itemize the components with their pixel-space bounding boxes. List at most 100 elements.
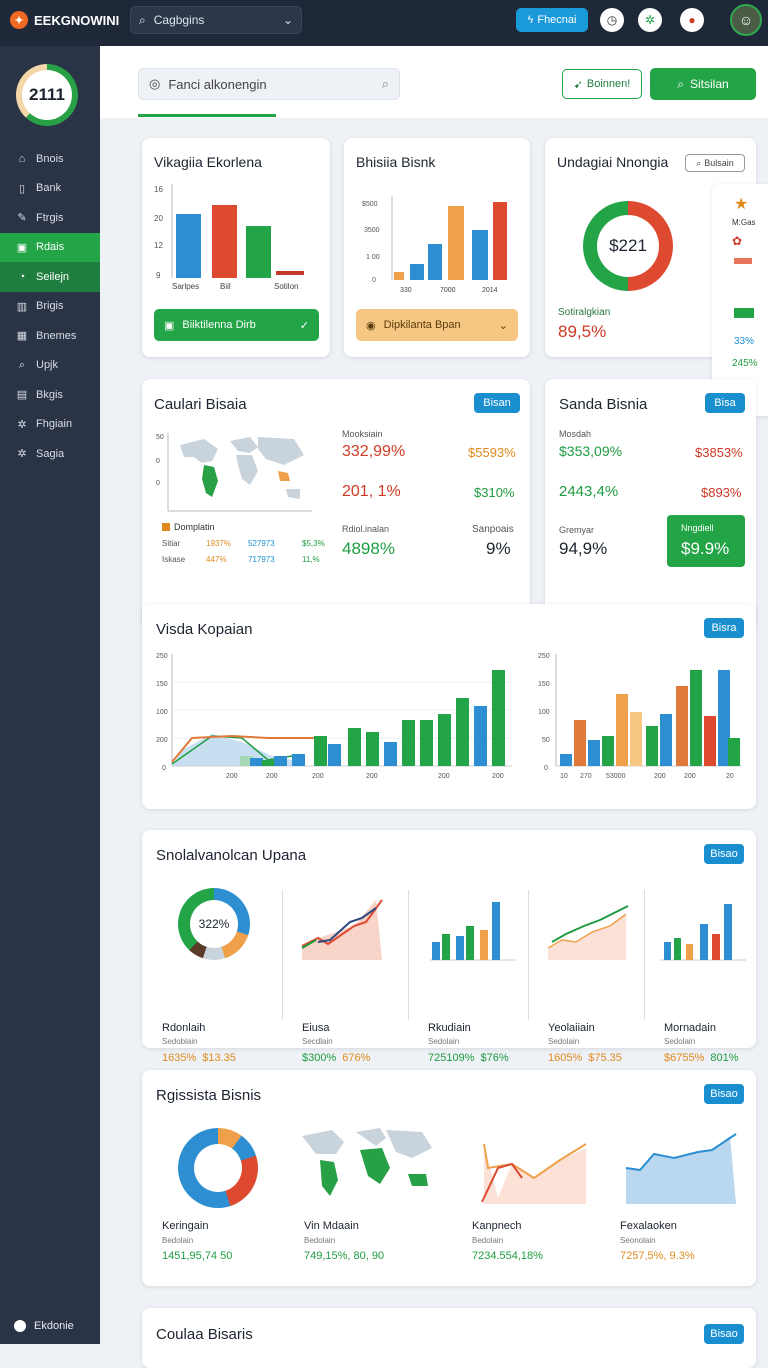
mini-value: 1451,95,74 50 [162, 1250, 233, 1262]
sidebar-item-label: Rdais [36, 241, 65, 254]
peek-value: 245% [732, 358, 758, 369]
sidebar-item-sagia[interactable]: ✲ Sagia [0, 439, 100, 469]
sidebar: 2111 ⌂ Bnois ▯ Bank ✎ Ftrgis ▣ Rdais ◔ Seilej… [0, 46, 100, 1344]
y-tick: 0 [544, 765, 548, 772]
bar [690, 670, 702, 766]
main-search-input[interactable]: ◎ Fanci alkonengin ⌕ [138, 68, 400, 100]
combo-chart-right: 250 150 100 50 0 10 270 53000 200 200 20 [538, 653, 742, 780]
x-tick: 200 [226, 773, 238, 780]
sidebar-item-fhgiain[interactable]: ✲ Fhgiain [0, 410, 100, 440]
mini-sub: Sedoblain [162, 1037, 198, 1046]
donut-center-value: 322% [190, 900, 238, 948]
clock-icon: ◔ [18, 270, 26, 283]
sidebar-item-bnois[interactable]: ⌂ Bnois [0, 144, 100, 174]
card-badge[interactable]: Bisao [704, 844, 744, 864]
peek-bar [734, 308, 754, 318]
active-tab-indicator [138, 114, 276, 117]
sidebar-item-bank[interactable]: ▯ Bank [0, 174, 100, 204]
card-title: Snolalvanolcan Upana [156, 847, 307, 864]
bar [630, 712, 642, 766]
y-tick: 250 [156, 653, 168, 660]
sidebar-item-seilejn[interactable]: ◔ Seilejn [0, 262, 100, 292]
bank-icon: ▯ [18, 182, 26, 195]
stat-value: $3853% [695, 445, 743, 460]
stat-value: $353,09% [559, 443, 623, 459]
top-search-select[interactable]: ⌕ Cagbgins ⌄ [130, 6, 302, 34]
edit-icon: ✎ [17, 212, 27, 225]
legend-name: Sitiar [162, 539, 181, 548]
top-action-button[interactable]: ϟ Fhecnai [516, 8, 588, 32]
primary-button[interactable]: ⌕ Sitsilan [650, 68, 756, 100]
card-badge[interactable]: Bisra [704, 618, 744, 638]
sidebar-item-brigis[interactable]: ▥ Brigis [0, 292, 100, 322]
search-icon: ⌕ [696, 157, 702, 168]
highlight-label: Nngdiell [681, 523, 714, 533]
sidebar-item-upjk[interactable]: ⌕ Upjk [0, 351, 100, 381]
card-badge[interactable]: Bisa [705, 393, 745, 413]
bar [616, 694, 628, 766]
settings-icon[interactable]: ✲ [638, 8, 662, 32]
card-title: Sanda Bisnia [559, 396, 648, 413]
bar [646, 726, 658, 766]
mini-sub: Sedolain [664, 1037, 696, 1046]
mini-val: 1635% [162, 1052, 197, 1064]
bar [402, 720, 415, 766]
highlight-value: $9.9% [681, 539, 730, 558]
mini-area-chart [547, 905, 629, 960]
bar [438, 714, 451, 766]
world-map: 50 0 0 [156, 433, 312, 512]
card-badge[interactable]: Bisan [474, 393, 520, 413]
card-badge[interactable]: Bisao [704, 1324, 744, 1344]
sidebar-item-ftrgis[interactable]: ✎ Ftrgis [0, 203, 100, 233]
card1-action-button[interactable]: ▣ Biiktilenna Dirb ✓ [154, 309, 319, 341]
y-tick: 50 [542, 737, 550, 744]
filter-pill[interactable]: ⌕ Bulsain [685, 154, 745, 172]
peek-bar [734, 258, 752, 264]
y-tick: 20 [154, 214, 163, 223]
sidebar-item-label: Bnemes [36, 329, 77, 342]
sidebar-nav: ⌂ Bnois ▯ Bank ✎ Ftrgis ▣ Rdais ◔ Seilejn ▥ Br… [0, 144, 100, 469]
card-badge[interactable]: Bisao [704, 1084, 744, 1104]
legend-value: 1937% [206, 539, 231, 548]
avatar[interactable]: ☺ [730, 4, 762, 36]
card2-action-button[interactable]: ◉ Dipkilanta Bpan ⌄ [356, 309, 518, 341]
bar [384, 742, 397, 766]
stat-value: 9% [486, 539, 511, 558]
outline-button[interactable]: ➹ Boinnen! [562, 69, 642, 99]
notification-icon[interactable]: ● [680, 8, 704, 32]
sidebar-item-label: Ftrgis [36, 211, 64, 224]
legend-title: Domplatin [174, 522, 215, 532]
y-tick: 150 [156, 681, 168, 688]
mini-val: $76% [480, 1052, 509, 1064]
logo-icon: ✦ [10, 11, 28, 29]
search-icon: ⌕ [677, 76, 685, 91]
search-icon: ⌕ [139, 12, 146, 27]
mini-val: $75.35 [588, 1052, 622, 1064]
mini-name: Rkudiain [428, 1022, 471, 1034]
bar [588, 740, 600, 766]
bar [246, 226, 271, 278]
sidebar-item-bkgis[interactable]: ▤ Bkgis [0, 380, 100, 410]
mini-name: Eiusa [302, 1022, 330, 1034]
x-tick: 270 [580, 773, 592, 780]
donut-center-value: $221 [597, 215, 659, 277]
x-tick: Sotilon [274, 282, 298, 291]
highlight-box[interactable]: Nngdiell $9.9% [667, 515, 745, 567]
legend-name: Iskase [162, 555, 186, 564]
top-bar: ✦ EEKGNOWINI ⌕ Cagbgins ⌄ ϟ Fhecnai ◷ ✲ … [0, 0, 768, 46]
brand[interactable]: ✦ EEKGNOWINI [10, 11, 119, 29]
sidebar-footer[interactable]: Ekdonie [14, 1320, 74, 1332]
clock-icon[interactable]: ◷ [600, 8, 624, 32]
building-icon: ▥ [16, 300, 28, 313]
brand-name: EEKGNOWINI [34, 12, 120, 28]
y-tick: 150 [538, 681, 550, 688]
bar [262, 760, 275, 766]
mini-sub: Bedolain [304, 1236, 336, 1245]
sidebar-item-rdais[interactable]: ▣ Rdais [0, 232, 100, 262]
bar [492, 670, 505, 766]
sidebar-item-bnemes[interactable]: ▦ Bnemes [0, 321, 100, 351]
bar [328, 744, 341, 766]
legend-value: 527973 [248, 539, 275, 548]
sidebar-item-label: Brigis [36, 300, 64, 313]
legend-row: Iskase 447% 717973 11,% [162, 555, 332, 564]
